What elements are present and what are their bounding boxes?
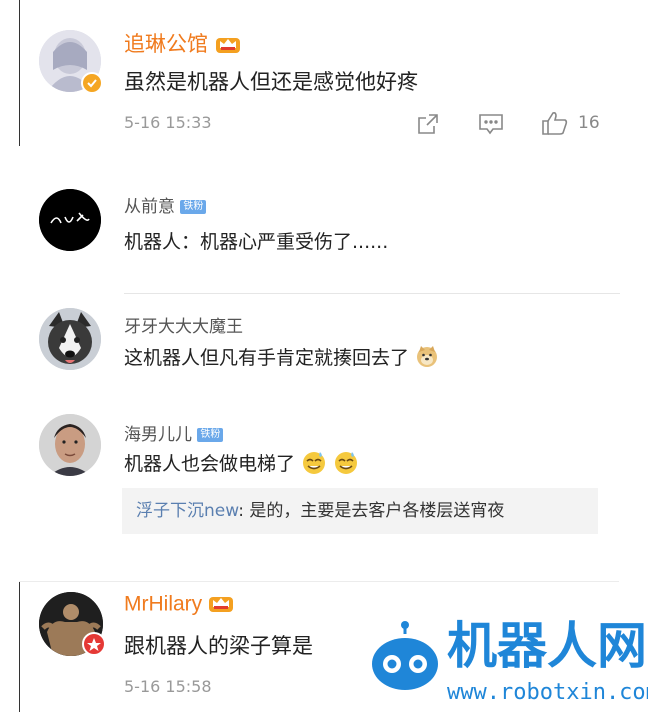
divider: [124, 293, 620, 294]
comment-user-name[interactable]: MrHilary: [124, 591, 234, 619]
crown-icon: [215, 32, 241, 59]
thread-divider: [19, 582, 20, 712]
comment-text: 虽然是机器人但还是感觉他好疼: [124, 70, 418, 94]
comment-time: 5-16 15:33: [124, 113, 212, 132]
like-count: 16: [578, 113, 600, 133]
reply-text: : 是的，主要是去客户各楼层送宵夜: [238, 501, 505, 521]
vip-icon: [82, 632, 106, 656]
comment-user-name[interactable]: 海男儿儿 铁粉: [124, 420, 224, 445]
divider: [19, 581, 619, 582]
comment-user-name[interactable]: 牙牙大大大魔王: [124, 312, 243, 337]
avatar[interactable]: [39, 189, 101, 251]
like-icon[interactable]: [541, 110, 569, 140]
fan-badge: 铁粉: [197, 428, 224, 442]
fan-badge: 铁粉: [180, 200, 207, 214]
comment-text: 机器人：机器心严重受伤了......: [124, 231, 389, 253]
comment-text: 机器人也会做电梯了: [124, 449, 359, 480]
comment-user-name[interactable]: 从前意 铁粉: [124, 192, 207, 217]
comment-text: 跟机器人的梁子算是: [124, 634, 313, 658]
sweat-smile-emoji-icon: [301, 449, 327, 480]
comment-icon[interactable]: [478, 112, 504, 140]
crown-icon: [208, 591, 234, 619]
watermark-url: www.robotxin.com: [447, 680, 648, 705]
sweat-smile-emoji-icon: [333, 449, 359, 480]
avatar[interactable]: [39, 308, 101, 370]
robot-logo-icon: [370, 620, 440, 692]
avatar[interactable]: [39, 414, 101, 476]
comment-time: 5-16 15:58: [124, 677, 212, 696]
reply-user-name[interactable]: 浮子下沉new: [136, 501, 238, 521]
comment-text: 这机器人但凡有手肯定就揍回去了: [124, 343, 439, 373]
doge-emoji-icon: [415, 344, 439, 373]
reply-preview[interactable]: 浮子下沉new: 是的，主要是去客户各楼层送宵夜: [122, 488, 598, 534]
thread-divider: [19, 0, 20, 146]
share-icon[interactable]: [416, 112, 440, 140]
watermark-title: 机器人网: [447, 617, 647, 675]
verified-icon: [81, 72, 103, 94]
comment-user-name[interactable]: 追琳公馆: [124, 28, 241, 59]
